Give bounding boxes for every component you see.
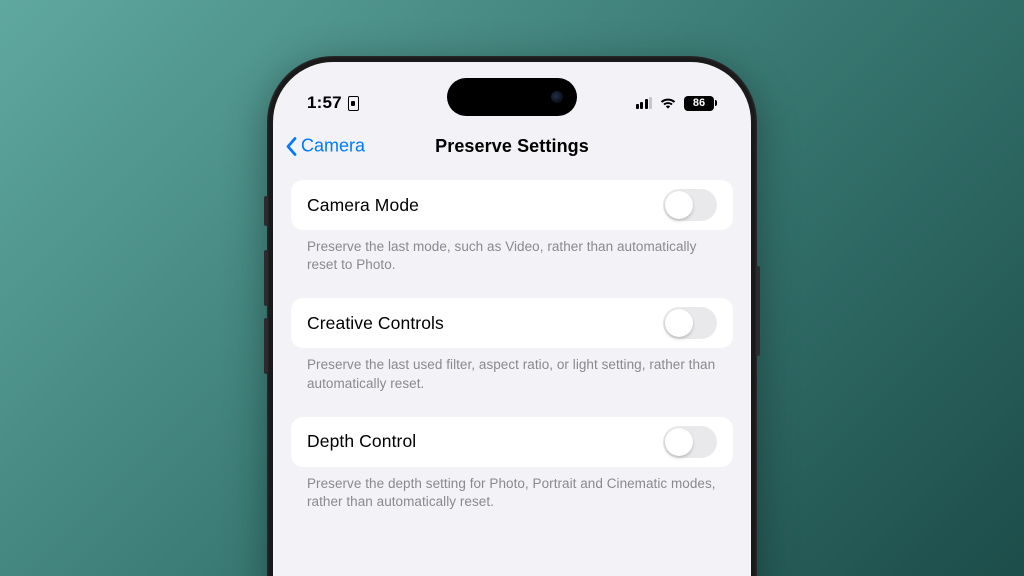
volume-up-button [264, 250, 268, 306]
row-creative-controls: Creative Controls [291, 298, 733, 348]
silent-switch [264, 196, 268, 226]
row-depth-control: Depth Control [291, 417, 733, 467]
setting-group-depth-control: Depth Control Preserve the depth setting… [291, 417, 733, 527]
setting-group-camera-mode: Camera Mode Preserve the last mode, such… [291, 180, 733, 290]
status-time: 1:57 [307, 93, 342, 113]
toggle-knob [665, 191, 693, 219]
nav-bar: Camera Preserve Settings [273, 122, 751, 170]
row-label: Depth Control [307, 431, 416, 452]
row-label: Creative Controls [307, 313, 444, 334]
cellular-icon [636, 97, 653, 109]
phone-frame: 1:57 86 [267, 56, 757, 576]
back-button[interactable]: Camera [285, 136, 365, 157]
battery-percent: 86 [693, 97, 705, 109]
content: Camera Preserve Settings Camera Mode Pre… [273, 62, 751, 576]
status-right: 86 [636, 96, 718, 111]
toggle-knob [665, 428, 693, 456]
chevron-left-icon [285, 136, 297, 156]
toggle-knob [665, 309, 693, 337]
row-footer: Preserve the last used filter, aspect ra… [291, 348, 733, 408]
volume-down-button [264, 318, 268, 374]
setting-group-creative-controls: Creative Controls Preserve the last used… [291, 298, 733, 408]
toggle-depth-control[interactable] [663, 426, 717, 458]
row-label: Camera Mode [307, 195, 419, 216]
battery-icon: 86 [684, 96, 717, 111]
row-footer: Preserve the last mode, such as Video, r… [291, 230, 733, 290]
toggle-creative-controls[interactable] [663, 307, 717, 339]
power-button [756, 266, 760, 356]
screen: 1:57 86 [273, 62, 751, 576]
row-camera-mode: Camera Mode [291, 180, 733, 230]
dynamic-island [447, 78, 577, 116]
status-left: 1:57 [307, 93, 359, 113]
sim-card-icon [348, 96, 359, 111]
back-label: Camera [301, 136, 365, 157]
toggle-camera-mode[interactable] [663, 189, 717, 221]
page-title: Preserve Settings [435, 136, 589, 157]
wifi-icon [659, 96, 677, 110]
settings-list: Camera Mode Preserve the last mode, such… [273, 170, 751, 527]
row-footer: Preserve the depth setting for Photo, Po… [291, 467, 733, 527]
